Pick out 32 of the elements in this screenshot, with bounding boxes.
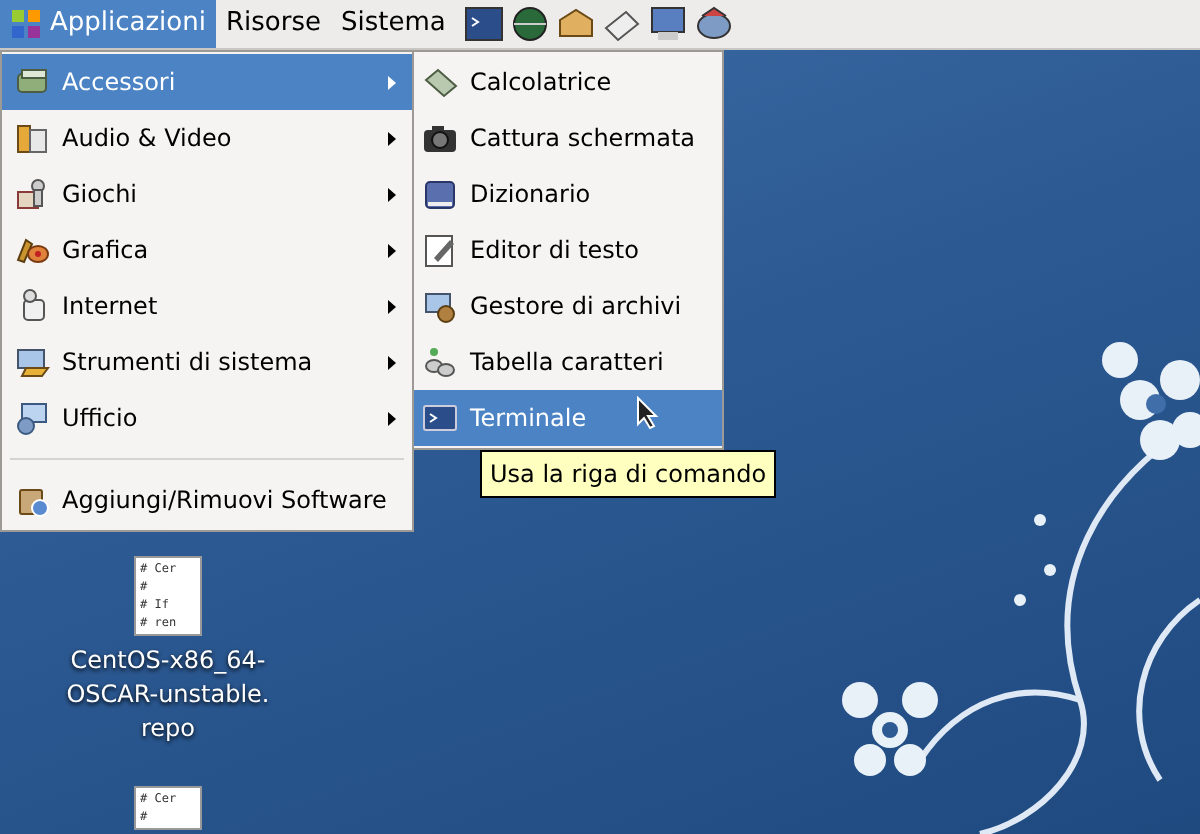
menu-item[interactable]: Giochi [2, 166, 412, 222]
menu-item[interactable]: Editor di testo [414, 222, 722, 278]
terminal-launcher[interactable] [463, 4, 504, 44]
menu-item[interactable]: Calcolatrice [414, 54, 722, 110]
menu-item[interactable]: Gestore di archivi [414, 278, 722, 334]
menu-item[interactable]: Strumenti di sistema [2, 334, 412, 390]
keys-icon [422, 344, 458, 380]
menu-item[interactable]: Ufficio [2, 390, 412, 446]
calculator-icon [422, 64, 458, 100]
menu-item[interactable]: Accessori [2, 54, 412, 110]
camera-icon [422, 120, 458, 156]
computer-icon [422, 288, 458, 324]
panel-menu[interactable]: Sistema [330, 0, 456, 48]
panel-menu[interactable]: Risorse [215, 0, 331, 48]
notepad-icon [422, 232, 458, 268]
distro-logo-icon [10, 8, 42, 40]
terminal-icon [422, 400, 458, 436]
menu-item[interactable]: Tabella caratteri [414, 334, 722, 390]
menu-item[interactable]: Dizionario [414, 166, 722, 222]
menu-item[interactable]: Grafica [2, 222, 412, 278]
menu-item[interactable]: Cattura schermata [414, 110, 722, 166]
computer-icon [14, 344, 50, 380]
menu-item[interactable]: Terminale [414, 390, 722, 446]
panel-menu[interactable]: Applicazioni [0, 0, 216, 48]
menu-item[interactable]: Aggiungi/Rimuovi Software [2, 472, 412, 528]
menu-item[interactable]: Audio & Video [2, 110, 412, 166]
book-icon [422, 176, 458, 212]
menu-item[interactable]: Internet [2, 278, 412, 334]
tooltip: Usa la riga di comando [480, 450, 777, 498]
mouse-pointer-icon [636, 396, 660, 430]
file-label: CentOS-x86_64- OSCAR-unstable. repo [66, 644, 270, 746]
globe-launcher[interactable] [509, 4, 550, 44]
